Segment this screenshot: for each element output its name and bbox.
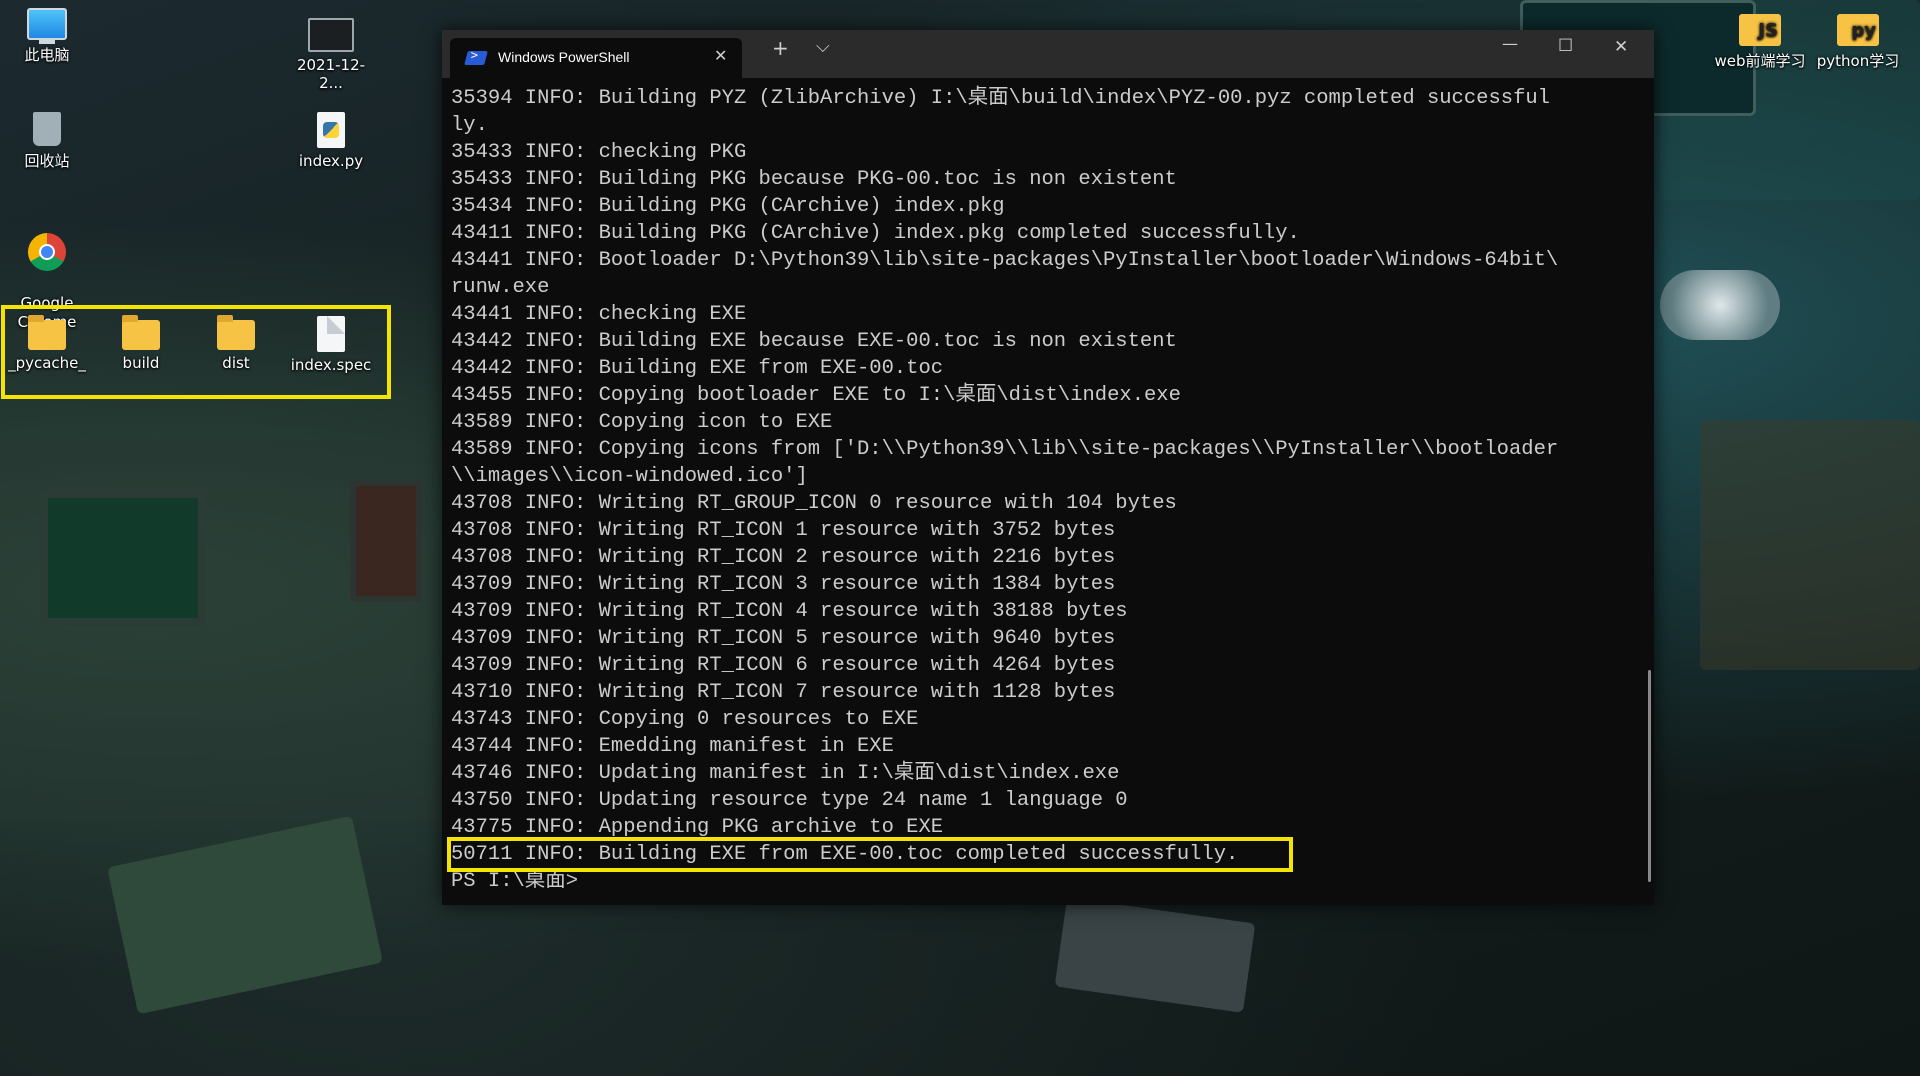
desktop-icon-label: index.spec <box>290 356 372 374</box>
terminal-line: runw.exe <box>451 276 550 299</box>
maximize-button[interactable]: ☐ <box>1558 36 1573 56</box>
terminal-line: 43708 INFO: Writing RT_ICON 1 resource w… <box>451 519 1116 542</box>
desktop-icon-label: _pycache_ <box>8 354 86 372</box>
powershell-window[interactable]: Windows PowerShell ✕ + ⌵ — ☐ ✕ 35394 INF… <box>442 30 1654 905</box>
terminal-line: 43441 INFO: checking EXE <box>451 303 747 326</box>
python-file-icon <box>317 112 345 148</box>
folder-icon <box>217 315 255 350</box>
scrollbar[interactable] <box>1648 670 1651 882</box>
desktop-icon-index-spec[interactable]: index.spec <box>286 316 376 374</box>
desktop-icon-python-learning[interactable]: py python学习 <box>1808 14 1908 71</box>
desktop-icon-web-learning[interactable]: JS web前端学习 <box>1710 14 1810 71</box>
terminal-line: 43589 INFO: Copying icon to EXE <box>451 411 833 434</box>
desktop-icon-video[interactable]: 2021-12-2... <box>286 18 376 92</box>
desktop-icon-dist[interactable]: dist <box>191 315 281 372</box>
terminal-line: 43746 INFO: Updating manifest in I:\桌面\d… <box>451 762 1120 785</box>
wallpaper-oscilloscope <box>40 490 206 626</box>
terminal-line: 35433 INFO: checking PKG <box>451 141 747 164</box>
terminal-line: 43710 INFO: Writing RT_ICON 7 resource w… <box>451 681 1116 704</box>
wallpaper-book <box>107 815 383 1015</box>
terminal-line: 43708 INFO: Writing RT_GROUP_ICON 0 reso… <box>451 492 1177 515</box>
file-icon <box>317 316 345 352</box>
desktop-icon-label: build <box>122 354 160 372</box>
title-bar[interactable]: Windows PowerShell ✕ + ⌵ — ☐ ✕ <box>442 30 1654 78</box>
terminal-line: 43411 INFO: Building PKG (CArchive) inde… <box>451 222 1300 245</box>
terminal-line: 43589 INFO: Copying icons from ['D:\\Pyt… <box>451 438 1559 461</box>
python-folder-icon: py <box>1837 14 1879 46</box>
powershell-icon <box>464 51 488 65</box>
new-tab-button[interactable]: + <box>772 36 789 60</box>
prompt-line: PS I:\桌面> <box>451 870 579 893</box>
terminal-line: 43750 INFO: Updating resource type 24 na… <box>451 789 1128 812</box>
desktop-icon-pycache[interactable]: _pycache_ <box>2 315 92 372</box>
wallpaper-hard-drive <box>1054 897 1256 1013</box>
terminal-line: 43709 INFO: Writing RT_ICON 4 resource w… <box>451 600 1128 623</box>
desktop-icon-this-pc[interactable]: 此电脑 <box>2 8 92 65</box>
close-tab-button[interactable]: ✕ <box>714 46 727 65</box>
desktop-icon-label: web前端学习 <box>1714 52 1806 70</box>
terminal-output[interactable]: 35394 INFO: Building PYZ (ZlibArchive) I… <box>447 85 1631 895</box>
terminal-line: 35433 INFO: Building PKG because PKG-00.… <box>451 168 1177 191</box>
tab-title: Windows PowerShell <box>498 49 630 65</box>
terminal-line: 43775 INFO: Appending PKG archive to EXE <box>451 816 944 839</box>
terminal-line: 43442 INFO: Building EXE because EXE-00.… <box>451 330 1177 353</box>
video-file-icon <box>308 18 354 52</box>
terminal-line: 43708 INFO: Writing RT_ICON 2 resource w… <box>451 546 1116 569</box>
computer-icon <box>27 8 67 44</box>
desktop-icon-label: 回收站 <box>24 152 70 170</box>
terminal-line: 43744 INFO: Emedding manifest in EXE <box>451 735 894 758</box>
terminal-line: 43441 INFO: Bootloader D:\Python39\lib\s… <box>451 249 1559 272</box>
terminal-line: 43709 INFO: Writing RT_ICON 6 resource w… <box>451 654 1116 677</box>
highlighted-success-line: 50711 INFO: Building EXE from EXE-00.toc… <box>447 837 1293 872</box>
terminal-line: 43455 INFO: Copying bootloader EXE to I:… <box>451 384 1181 407</box>
chrome-icon <box>28 233 66 271</box>
terminal-line: 35394 INFO: Building PYZ (ZlibArchive) I… <box>451 87 1550 110</box>
folder-icon <box>28 315 66 350</box>
desktop-icon-label: python学习 <box>1816 52 1900 70</box>
desktop-icon-label: index.py <box>298 152 364 170</box>
desktop-icon-label: dist <box>222 354 250 372</box>
js-folder-icon: JS <box>1739 14 1781 46</box>
desktop-icon-index-py[interactable]: index.py <box>286 112 376 170</box>
tab-powershell[interactable]: Windows PowerShell ✕ <box>450 38 742 78</box>
tab-dropdown-button[interactable]: ⌵ <box>816 36 830 57</box>
wallpaper-meter <box>350 480 422 602</box>
terminal-line: \\images\\icon-windowed.ico'] <box>451 465 808 488</box>
wallpaper-lamp <box>1660 270 1780 340</box>
terminal-line: 43709 INFO: Writing RT_ICON 3 resource w… <box>451 573 1116 596</box>
minimize-button[interactable]: — <box>1502 34 1518 53</box>
desktop-icon-label: 此电脑 <box>24 46 70 64</box>
desktop-icon-build[interactable]: build <box>96 315 186 372</box>
folder-icon <box>122 315 160 350</box>
terminal-line: ly. <box>451 114 488 137</box>
terminal-line: 43442 INFO: Building EXE from EXE-00.toc <box>451 357 944 380</box>
terminal-line: 43709 INFO: Writing RT_ICON 5 resource w… <box>451 627 1116 650</box>
terminal-line: 43743 INFO: Copying 0 resources to EXE <box>451 708 919 731</box>
recycle-bin-icon <box>33 112 61 146</box>
desktop-icon-recycle-bin[interactable]: 回收站 <box>2 112 92 171</box>
wallpaper-machine <box>1700 420 1920 670</box>
desktop-icon-label: 2021-12-2... <box>296 56 366 92</box>
terminal-line: 35434 INFO: Building PKG (CArchive) inde… <box>451 195 1005 218</box>
close-window-button[interactable]: ✕ <box>1614 37 1628 57</box>
